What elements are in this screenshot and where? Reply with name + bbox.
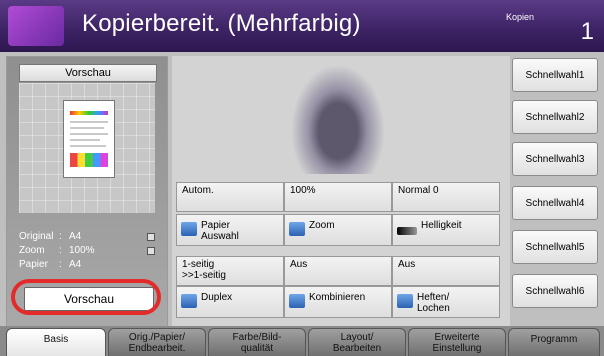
thumbnail-line [70, 121, 108, 123]
info-label: Papier [19, 259, 48, 270]
paper-value: Autom. [176, 182, 284, 212]
status-title: Kopierbereit. (Mehrfarbig) [82, 10, 361, 37]
copies-counter: Kopien 1 [506, 8, 600, 48]
scroll-marker-icon [147, 233, 155, 241]
status-header: Kopierbereit. (Mehrfarbig) Kopien 1 [0, 0, 604, 52]
paper-select-button[interactable]: Papier Auswahl [176, 214, 284, 246]
quick-button-3[interactable]: Schnellwahl3 [512, 142, 598, 176]
density-icon [397, 227, 417, 235]
duplex-button[interactable]: Duplex [176, 286, 284, 318]
thumbnail-line [70, 139, 100, 141]
settings-area: Autom. 100% Normal 0 Papier Auswahl Zoom… [172, 56, 510, 326]
thumbnail-image [70, 153, 108, 167]
highlight-ring [11, 279, 161, 315]
button-label: Duplex [201, 292, 233, 303]
machine-image [292, 66, 384, 174]
duplex-icon [181, 294, 197, 308]
combine-icon [289, 294, 305, 308]
combine-value: Aus [284, 256, 392, 286]
quick-button-6[interactable]: Schnellwahl6 [512, 274, 598, 308]
tab-color-quality[interactable]: Farbe/Bild- qualität [208, 328, 306, 356]
copies-label: Kopien [506, 12, 535, 22]
tab-layout-edit[interactable]: Layout/ Bearbeiten [308, 328, 406, 356]
button-label: Helligkeit [421, 220, 462, 231]
staple-punch-button[interactable]: Heften/ Lochen [392, 286, 500, 318]
info-original: Original: A4 [19, 231, 82, 242]
info-value: 100% [69, 245, 95, 256]
tab-basis[interactable]: Basis [6, 328, 106, 356]
document-thumbnail [63, 100, 115, 178]
thumbnail-line [70, 133, 108, 135]
button-label: Kombinieren [309, 292, 366, 303]
copy-mode-icon [8, 6, 64, 46]
scroll-marker-icon [147, 247, 155, 255]
quick-button-4[interactable]: Schnellwahl4 [512, 186, 598, 220]
info-value: A4 [69, 231, 82, 242]
preview-area [19, 83, 155, 213]
thumbnail-color-bar [70, 111, 108, 115]
tab-bar: Basis Orig./Papier/ Endbearbeit. Farbe/B… [0, 326, 604, 356]
combine-button[interactable]: Kombinieren [284, 286, 392, 318]
tab-original-paper[interactable]: Orig./Papier/ Endbearbeit. [108, 328, 206, 356]
info-label: Original [19, 231, 54, 242]
density-button[interactable]: Helligkeit [392, 214, 500, 246]
info-value: A4 [69, 259, 82, 270]
paper-icon [181, 222, 197, 236]
tab-program[interactable]: Programm [508, 328, 600, 356]
preview-header: Vorschau [19, 64, 157, 82]
zoom-button[interactable]: Zoom [284, 214, 392, 246]
zoom-icon [289, 222, 305, 236]
quick-button-5[interactable]: Schnellwahl5 [512, 230, 598, 264]
duplex-value: 1-seitig >>1-seitig [176, 256, 284, 286]
button-label: Zoom [309, 220, 335, 231]
copies-value: 1 [580, 18, 594, 45]
thumbnail-line [70, 127, 104, 129]
button-label: Heften/ Lochen [417, 292, 450, 314]
info-label: Zoom [19, 245, 45, 256]
tab-advanced-setup[interactable]: Erweiterte Einstellung [408, 328, 506, 356]
zoom-value: 100% [284, 182, 392, 212]
staple-value: Aus [392, 256, 500, 286]
quick-button-1[interactable]: Schnellwahl1 [512, 58, 598, 92]
button-label: Papier Auswahl [201, 220, 239, 242]
quick-button-2[interactable]: Schnellwahl2 [512, 100, 598, 134]
info-zoom: Zoom:100% [19, 245, 95, 256]
info-paper: Papier: A4 [19, 259, 82, 270]
copier-screen: Kopierbereit. (Mehrfarbig) Kopien 1 Vors… [0, 0, 604, 356]
thumbnail-line [70, 145, 106, 147]
density-value: Normal 0 [392, 182, 500, 212]
staple-icon [397, 294, 413, 308]
